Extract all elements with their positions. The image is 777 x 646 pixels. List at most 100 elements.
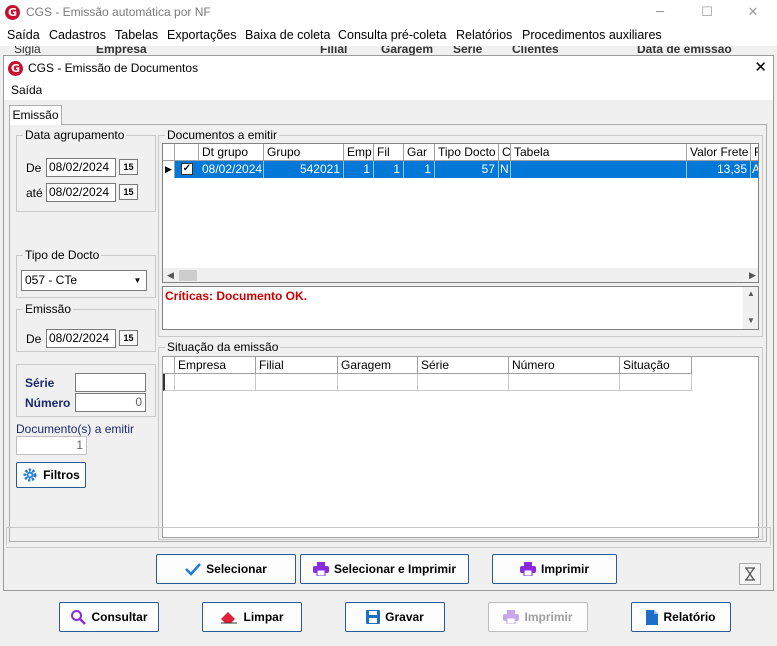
menu-procedimentos-auxiliares[interactable]: Procedimentos auxiliares xyxy=(522,28,662,42)
cell-fil: 1 xyxy=(374,161,404,178)
numero-input[interactable]: 0 xyxy=(75,393,146,412)
situacao-cell xyxy=(338,374,418,391)
dialog-menu-saida[interactable]: Saída xyxy=(11,83,42,97)
situacao-header-garagem[interactable]: Garagem xyxy=(338,357,418,374)
row-checkbox[interactable]: ✓ xyxy=(181,163,193,175)
gravar-button[interactable]: Gravar xyxy=(345,602,445,632)
grid-header-dt-grupo[interactable]: Dt grupo xyxy=(199,144,264,161)
cell-tipo-docto: 57 xyxy=(435,161,499,178)
grid-header-tabela[interactable]: Tabela xyxy=(511,144,687,161)
horizontal-scrollbar[interactable]: ◀ ▶ xyxy=(163,268,758,282)
menu-exportacoes[interactable]: Exportações xyxy=(167,28,236,42)
grid-header-tipo-docto[interactable]: Tipo Docto xyxy=(435,144,499,161)
situacao-header-filial[interactable]: Filial xyxy=(256,357,338,374)
selecionar-label: Selecionar xyxy=(206,562,267,576)
numero-label: Número xyxy=(25,396,71,410)
situacao-cell xyxy=(620,374,692,391)
emissao-de-input[interactable]: 08/02/2024 xyxy=(46,329,116,348)
tipo-docto-label: Tipo de Docto xyxy=(23,248,102,262)
minimize-icon[interactable]: ─ xyxy=(637,0,683,26)
menu-saida[interactable]: Saída xyxy=(7,28,40,42)
hourglass-icon[interactable] xyxy=(739,563,761,585)
table-row[interactable]: ▶ ✓ 08/02/2024 542021 1 1 1 57 N 13,35 A… xyxy=(163,161,758,178)
gravar-label: Gravar xyxy=(385,610,424,624)
situacao-cell xyxy=(175,374,256,391)
close-icon[interactable]: ✕ xyxy=(730,0,776,26)
selecionar-button[interactable]: Selecionar xyxy=(156,554,296,584)
cell-valor-frete: 13,35 xyxy=(687,161,751,178)
checkmark-icon xyxy=(185,563,202,576)
situacao-grid[interactable]: Empresa Filial Garagem Série Número Situ… xyxy=(162,356,759,538)
situacao-header-situacao[interactable]: Situação xyxy=(620,357,692,374)
menu-consulta-pre-coleta[interactable]: Consulta pré-coleta xyxy=(338,28,446,42)
filtros-button[interactable]: Filtros xyxy=(16,462,86,488)
documentos-grid[interactable]: Dt grupo Grupo Emp Fil Gar Tipo Docto C … xyxy=(162,143,759,283)
relatorio-button[interactable]: Relatório xyxy=(631,602,731,632)
cell-gar: 1 xyxy=(404,161,435,178)
grid-header-valor-frete[interactable]: Valor Frete xyxy=(687,144,751,161)
scroll-left-icon[interactable]: ◀ xyxy=(167,270,174,281)
imprimir-main-button[interactable]: Imprimir xyxy=(488,602,588,632)
calendar-icon[interactable]: 15 xyxy=(119,330,138,346)
menu-tabelas[interactable]: Tabelas xyxy=(115,28,158,42)
serie-numero-group: Série Número 0 xyxy=(16,364,156,417)
grid-header-r[interactable]: R xyxy=(751,144,758,161)
menu-cadastros[interactable]: Cadastros xyxy=(49,28,106,42)
cell-emp: 1 xyxy=(344,161,374,178)
selecionar-imprimir-label: Selecionar e Imprimir xyxy=(333,562,457,576)
dialog-button-bar: Selecionar Selecionar e Imprimir Imprimi… xyxy=(6,547,771,589)
emissao-de-label: De xyxy=(26,332,42,346)
grid-header-fil[interactable]: Fil xyxy=(374,144,404,161)
main-window-title: CGS - Emissão automática por NF xyxy=(26,5,211,19)
criticas-scrollbar[interactable]: ▲ ▼ xyxy=(743,287,758,329)
situacao-header-numero[interactable]: Número xyxy=(509,357,620,374)
imprimir-dialog-label: Imprimir xyxy=(540,562,589,576)
documentos-emitir-count: 1 xyxy=(16,436,87,455)
emissao-documentos-dialog: G CGS - Emissão de Documentos ✕ Saída Em… xyxy=(3,55,774,591)
criticas-text: Críticas: Documento OK. xyxy=(165,289,308,303)
tab-page-emissao: Data agrupamento De 08/02/2024 15 até 08… xyxy=(9,124,767,542)
documentos-emitir-group-label: Documentos a emitir xyxy=(165,128,280,142)
scroll-right-icon[interactable]: ▶ xyxy=(749,270,756,281)
filtros-label: Filtros xyxy=(43,468,80,482)
menu-relatorios[interactable]: Relatórios xyxy=(456,28,512,42)
imprimir-dialog-button[interactable]: Imprimir xyxy=(492,554,617,584)
cell-c: N xyxy=(499,161,511,178)
tab-emissao[interactable]: Emissão xyxy=(9,105,62,125)
limpar-label: Limpar xyxy=(243,610,284,624)
grid-header-c[interactable]: C xyxy=(499,144,511,161)
data-agrupamento-ate-input[interactable]: 08/02/2024 xyxy=(46,183,116,202)
selecionar-imprimir-button[interactable]: Selecionar e Imprimir xyxy=(300,554,469,584)
scroll-down-icon[interactable]: ▼ xyxy=(747,316,755,325)
data-agrupamento-de-input[interactable]: 08/02/2024 xyxy=(46,158,116,177)
data-agrupamento-label: Data agrupamento xyxy=(23,128,127,142)
dialog-title: CGS - Emissão de Documentos xyxy=(28,61,199,75)
calendar-icon[interactable]: 15 xyxy=(119,184,138,200)
situacao-header-empresa[interactable]: Empresa xyxy=(175,357,256,374)
limpar-button[interactable]: Limpar xyxy=(202,602,302,632)
situacao-row-indicator xyxy=(163,374,175,391)
grid-header-gar[interactable]: Gar xyxy=(404,144,435,161)
documentos-emitir-group: Documentos a emitir Dt grupo Grupo Emp F… xyxy=(158,128,763,337)
menu-baixa-coleta[interactable]: Baixa de coleta xyxy=(245,28,330,42)
calendar-icon[interactable]: 15 xyxy=(119,159,138,175)
scrollbar-thumb[interactable] xyxy=(179,270,197,281)
serie-label: Série xyxy=(25,376,55,390)
printer-icon xyxy=(519,562,536,576)
tipo-docto-value: 057 - CTe xyxy=(25,273,78,287)
grid-header-grupo[interactable]: Grupo xyxy=(264,144,344,161)
dialog-close-icon[interactable]: ✕ xyxy=(754,58,767,76)
situacao-header-serie[interactable]: Série xyxy=(418,357,509,374)
tipo-docto-select[interactable]: 057 - CTe ▼ xyxy=(21,270,147,291)
cell-tabela xyxy=(511,161,687,178)
cell-grupo: 542021 xyxy=(264,161,344,178)
consultar-button[interactable]: Consultar xyxy=(59,602,159,632)
grid-header-emp[interactable]: Emp xyxy=(344,144,374,161)
table-row[interactable] xyxy=(163,374,693,392)
maximize-icon[interactable]: ☐ xyxy=(684,0,730,26)
scroll-up-icon[interactable]: ▲ xyxy=(747,289,755,298)
grid-header-indicator xyxy=(163,144,175,161)
serie-input[interactable] xyxy=(75,373,146,392)
dialog-menu-bar: Saída xyxy=(4,80,773,100)
ate-label: até xyxy=(26,186,43,200)
